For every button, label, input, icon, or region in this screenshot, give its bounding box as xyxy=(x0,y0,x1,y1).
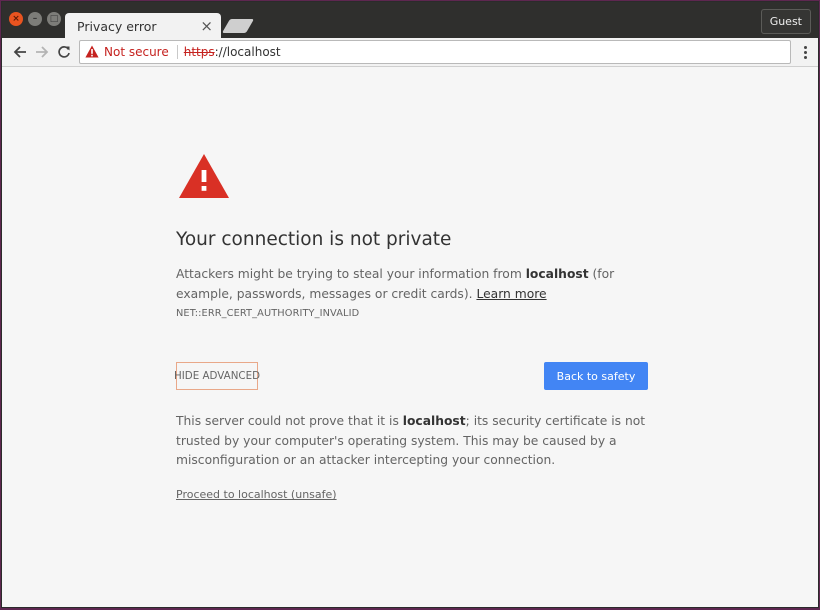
page-content: Your connection is not private Attackers… xyxy=(2,68,818,607)
window-maximize-button[interactable]: □ xyxy=(47,12,61,26)
reload-button[interactable] xyxy=(54,42,74,62)
warning-icon xyxy=(85,45,99,59)
back-to-safety-button[interactable]: Back to safety xyxy=(544,362,648,390)
details-text: This server could not prove that it is l… xyxy=(176,412,648,471)
omnibox-divider xyxy=(176,45,178,59)
hide-advanced-button[interactable]: HIDE ADVANCED xyxy=(174,362,260,390)
back-button[interactable] xyxy=(10,42,30,62)
profile-label: Guest xyxy=(769,15,802,28)
url-host: ://localhost xyxy=(214,45,281,59)
profile-button[interactable]: Guest xyxy=(760,9,811,34)
close-icon: × xyxy=(12,13,20,24)
minimize-icon: – xyxy=(32,13,38,24)
error-code: NET::ERR_CERT_AUTHORITY_INVALID xyxy=(176,308,360,319)
tab-close-button[interactable]: × xyxy=(200,17,213,35)
address-bar[interactable]: Not secure https://localhost xyxy=(79,40,791,64)
warning-triangle-icon xyxy=(179,154,229,198)
title-bar: × – □ Privacy error × Guest xyxy=(2,2,818,39)
arrow-left-icon xyxy=(13,46,26,58)
tab-title: Privacy error xyxy=(77,18,157,34)
explanation-part: Attackers might be trying to steal your … xyxy=(176,267,526,281)
url-scheme: https xyxy=(183,45,215,59)
explanation-host: localhost xyxy=(525,267,589,281)
maximize-icon: □ xyxy=(49,13,59,24)
arrow-right-icon xyxy=(36,46,49,58)
toolbar: Not secure https://localhost xyxy=(2,38,818,67)
window-close-button[interactable]: × xyxy=(9,12,23,26)
new-tab-button[interactable] xyxy=(221,19,255,33)
browser-window: × – □ Privacy error × Guest Not secure h… xyxy=(1,1,819,608)
learn-more-link[interactable]: Learn more xyxy=(476,287,546,301)
details-host: localhost xyxy=(402,414,466,428)
window-minimize-button[interactable]: – xyxy=(28,12,42,26)
browser-menu-button[interactable] xyxy=(800,43,810,61)
details-part: This server could not prove that it is xyxy=(176,414,403,428)
tab-privacy-error[interactable]: Privacy error × xyxy=(65,13,221,39)
explanation-text: Attackers might be trying to steal your … xyxy=(176,265,648,304)
reload-icon xyxy=(58,46,70,58)
proceed-link[interactable]: Proceed to localhost (unsafe) xyxy=(176,488,337,501)
page-title: Your connection is not private xyxy=(176,229,452,250)
more-vertical-icon xyxy=(803,45,807,49)
security-status[interactable]: Not secure xyxy=(104,45,169,59)
forward-button[interactable] xyxy=(32,42,52,62)
